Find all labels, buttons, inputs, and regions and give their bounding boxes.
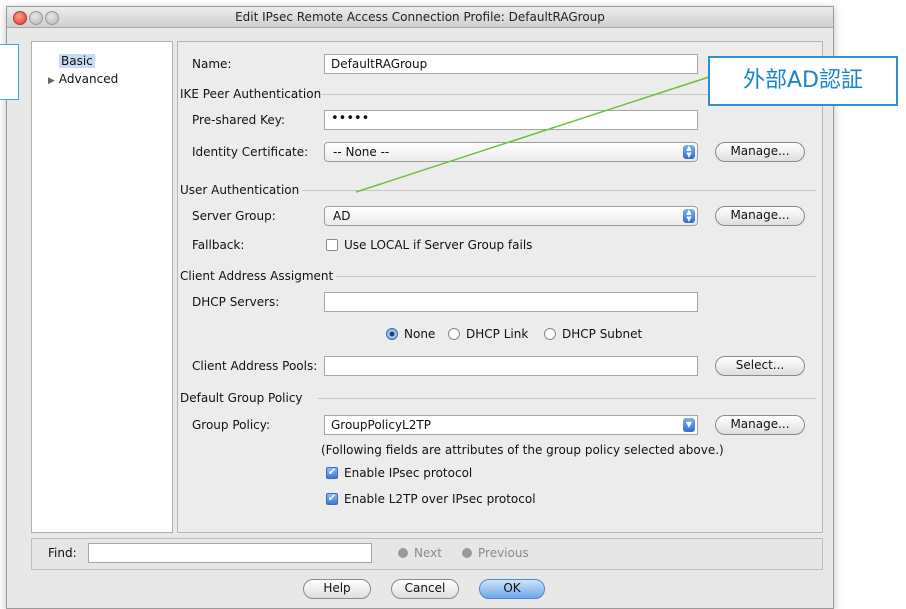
callout-line (355, 75, 713, 193)
callout-label: 外部AD認証 (708, 56, 898, 106)
